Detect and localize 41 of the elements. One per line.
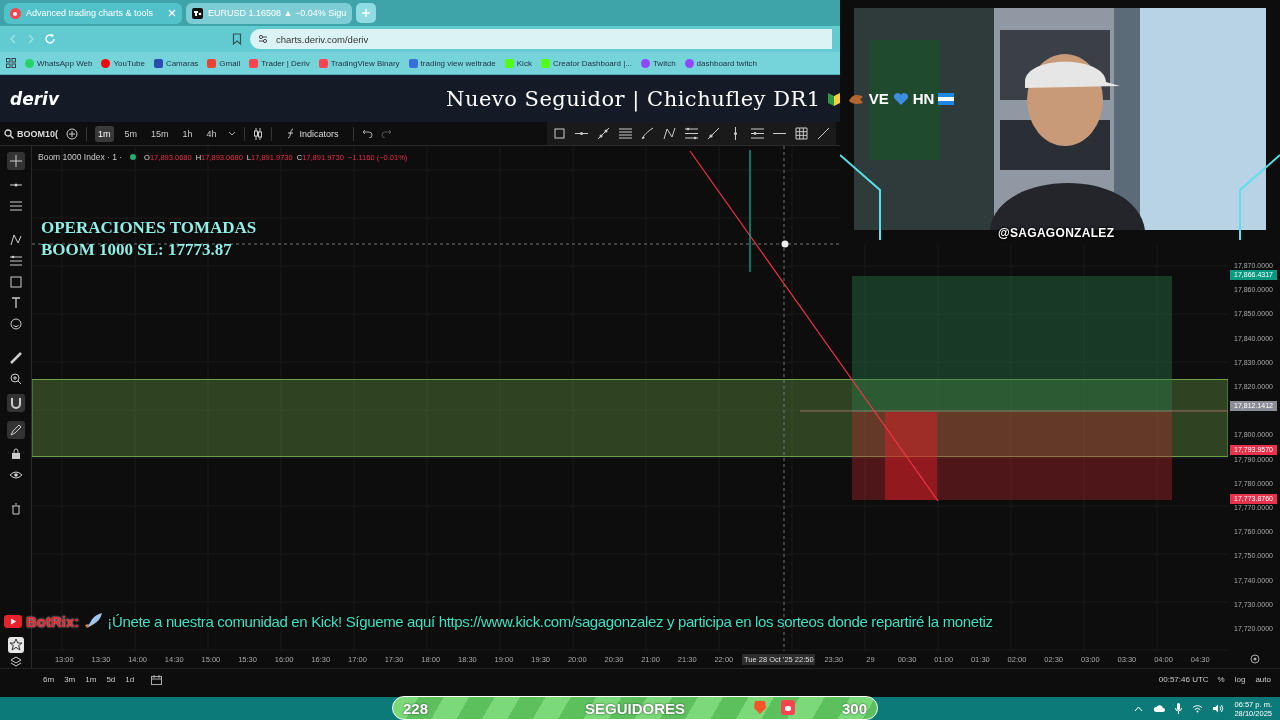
interval-tab[interactable]: 15m [148,125,172,142]
bookmark[interactable]: Camaras [153,58,199,68]
interval-tab[interactable]: 5m [121,125,141,142]
overlay-note: BOOM 1000 SL: 17773.87 [41,239,233,261]
range-button[interactable]: 1m [84,675,98,684]
overlay-note: OPERACIONES TOMADAS [41,217,257,239]
scale-button[interactable]: % [1216,675,1226,684]
country-code: HN [912,90,935,107]
bookmark[interactable]: trading view weltrade [408,58,496,68]
bookmark[interactable]: dashboard twitch [684,58,758,68]
bookmark[interactable]: TradingView Binary [318,58,400,68]
bookmark[interactable]: WhatsApp Web [25,58,93,68]
utc-clock: 00:57:46 UTC [1158,675,1209,684]
bookmark[interactable]: Trader | Deriv [249,58,310,68]
follower-count: 228 [403,699,429,717]
streamer-handle: @SAGAGONZALEZ [998,226,1115,240]
scale-button[interactable]: auto [1254,675,1272,684]
chat-message: ¡Únete a nuestra comunidad en Kick! Sígueme aquí https://www.kick.com/sagagonzalez y participa en los sorteos donde repartiré la monetiz [107,612,993,630]
follower-label: SEGUIDORES [585,700,685,717]
range-button[interactable]: 1d [124,675,136,684]
bookmark[interactable]: Creator Dashboard |... [540,58,632,68]
country-code: VE [868,90,889,107]
scale-button[interactable]: log [1233,675,1247,684]
bookmark[interactable]: Kick [504,58,532,68]
interval-tab[interactable]: 1h [179,125,196,142]
indicators-button[interactable]: Indicators [279,127,345,140]
deriv-logo: deriv [10,88,61,109]
bookmark[interactable]: Gmail [207,58,241,68]
range-button[interactable]: 3m [63,675,77,684]
address-bar[interactable]: charts.deriv.com/deriv [250,29,832,49]
bookmark[interactable]: Twitch [640,58,676,68]
range-button[interactable]: 6m [42,675,56,684]
interval-tab[interactable]: 4h [203,125,220,142]
range-button[interactable]: 5d [105,675,117,684]
symbol-title: Boom 1000 Index · 1 · [38,152,123,162]
bookmark[interactable]: YouTube [101,58,145,68]
bot-name: BotRix: [26,612,80,630]
alert-text: Nuevo Seguidor | Chichufley DR1 [446,86,821,111]
follower-goal: 300 [841,699,867,717]
interval-tab[interactable]: 1m [95,125,114,142]
symbol-name[interactable]: BOOM10( [17,128,58,139]
